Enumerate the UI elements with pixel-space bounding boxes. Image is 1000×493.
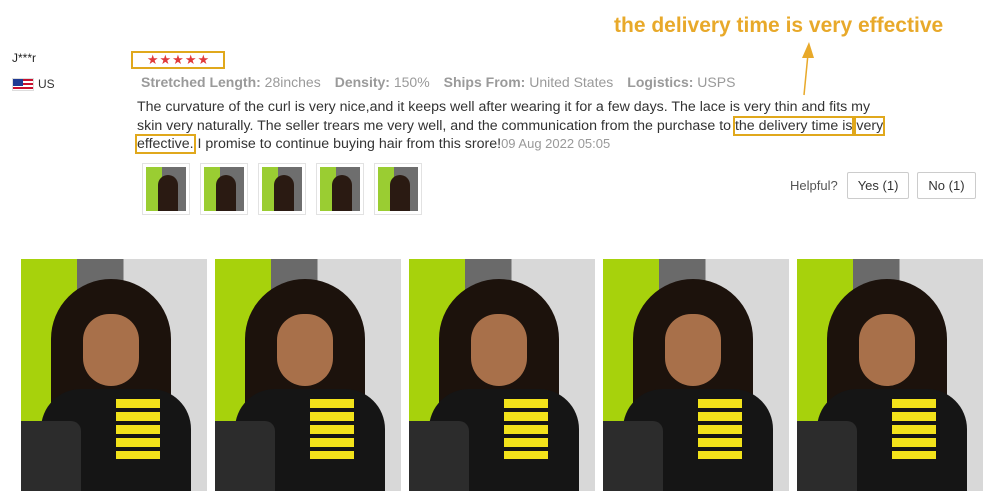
review-photo[interactable]: [21, 259, 207, 491]
review-photo-gallery: [21, 259, 983, 491]
annotation-arrow-icon: [802, 42, 814, 96]
star-icon: ★: [184, 52, 197, 68]
review-highlight-1: the delivery time is: [732, 115, 855, 136]
helpful-no-button[interactable]: No (1): [917, 172, 976, 199]
reviewer-country: US: [12, 77, 55, 91]
review-photo[interactable]: [215, 259, 401, 491]
star-icon: ★: [146, 52, 159, 68]
attr-density: Density: 150%: [334, 74, 430, 90]
review-photo[interactable]: [603, 259, 789, 491]
review-thumbnail[interactable]: [200, 163, 248, 215]
review-thumbnail[interactable]: [142, 163, 190, 215]
helpful-voting: Helpful? Yes (1) No (1): [790, 172, 984, 199]
review-photo[interactable]: [797, 259, 983, 491]
review-text-end: I promise to continue buying hair from t…: [193, 136, 502, 152]
product-attributes: Stretched Length: 28inches Density: 150%…: [141, 74, 749, 90]
star-icon: ★: [159, 52, 172, 68]
review-body: The curvature of the curl is very nice,a…: [134, 98, 897, 154]
review-thumbnails: [142, 163, 422, 215]
review-thumbnail[interactable]: [374, 163, 422, 215]
reviewer-info: J***r US: [12, 51, 55, 91]
review-thumbnail[interactable]: [316, 163, 364, 215]
review-photo[interactable]: [409, 259, 595, 491]
star-icon: ★: [172, 52, 184, 68]
country-code: US: [38, 77, 55, 91]
helpful-label: Helpful?: [790, 178, 838, 193]
annotation-caption: the delivery time is very effective: [614, 14, 944, 37]
us-flag-icon: [12, 77, 34, 91]
star-rating: ★ ★ ★ ★ ★: [131, 51, 225, 69]
star-icon: ★: [197, 52, 210, 68]
reviewer-name: J***r: [12, 51, 37, 65]
attr-ships-from: Ships From: United States: [443, 74, 614, 90]
review-date: 09 Aug 2022 05:05: [501, 136, 611, 151]
attr-logistics: Logistics: USPS: [627, 74, 736, 90]
review-thumbnail[interactable]: [258, 163, 306, 215]
attr-stretched-length: Stretched Length: 28inches: [141, 74, 321, 90]
helpful-yes-button[interactable]: Yes (1): [846, 172, 910, 199]
